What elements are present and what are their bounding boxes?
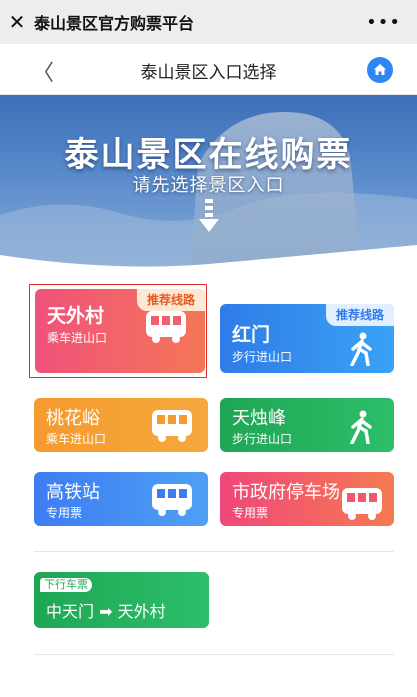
bus-icon: [152, 410, 192, 442]
entrance-tile-gaotiezhan[interactable]: 高铁站 专用票: [34, 472, 208, 526]
banner-title: 泰山景区在线购票: [64, 135, 353, 175]
tile-desc: 专用票: [46, 506, 83, 520]
entrance-tile-hongmen[interactable]: 推荐线路 红门 步行进山口: [220, 304, 394, 373]
tile-desc: 步行进山口: [232, 350, 293, 364]
tile-name: 天外村: [47, 305, 105, 327]
downhill-badge: 下行车票: [40, 578, 92, 592]
tile-desc: 专用票: [232, 506, 269, 520]
recommended-badge: 推荐线路: [136, 289, 205, 311]
wechat-title-bar: ✕ 泰山景区官方购票平台 •••: [0, 0, 417, 44]
tile-name: 红门: [232, 324, 271, 346]
nav-bar: 〈 泰山景区入口选择: [0, 44, 417, 95]
tile-desc: 乘车进山口: [47, 331, 108, 345]
wechat-page-title: 泰山景区官方购票平台: [34, 14, 195, 33]
bus-icon: [342, 488, 382, 520]
divider: [34, 551, 394, 552]
entrance-tile-tianzhufeng[interactable]: 天烛峰 步行进山口: [220, 398, 394, 452]
tile-name: 天烛峰: [232, 408, 286, 429]
down-arrow-icon: [199, 199, 219, 232]
home-icon[interactable]: [367, 57, 393, 83]
downhill-ticket-tile[interactable]: 下行车票 中天门 ➡ 天外村: [34, 572, 209, 628]
close-icon[interactable]: ✕: [0, 10, 34, 34]
tile-name: 桃花峪: [46, 408, 100, 429]
bus-icon: [152, 484, 192, 516]
downhill-route: 中天门 ➡ 天外村: [46, 598, 166, 622]
banner-subtitle: 请先选择景区入口: [132, 175, 285, 196]
tile-desc: 步行进山口: [232, 432, 293, 446]
tile-desc: 乘车进山口: [46, 432, 107, 446]
bus-icon: [146, 311, 186, 343]
arrow-right-icon: ➡: [99, 602, 113, 621]
tile-name: 市政府停车场: [232, 482, 340, 503]
walker-icon: [350, 410, 372, 444]
entrance-tile-taohuayu[interactable]: 桃花峪 乘车进山口: [34, 398, 208, 452]
tile-name: 高铁站: [46, 482, 100, 503]
page-title: 泰山景区入口选择: [140, 63, 277, 83]
route-to: 天外村: [117, 602, 166, 621]
divider: [34, 654, 394, 655]
more-icon[interactable]: •••: [366, 12, 401, 33]
entrance-tile-tianwaicun[interactable]: 推荐线路 天外村 乘车进山口: [35, 289, 205, 373]
recommended-badge: 推荐线路: [325, 304, 394, 326]
route-from: 中天门: [46, 602, 95, 621]
walker-icon: [350, 332, 372, 366]
banner: 泰山景区在线购票 请先选择景区入口: [0, 95, 417, 275]
entrance-tile-shizhengfu-parking[interactable]: 市政府停车场 专用票: [220, 472, 394, 526]
